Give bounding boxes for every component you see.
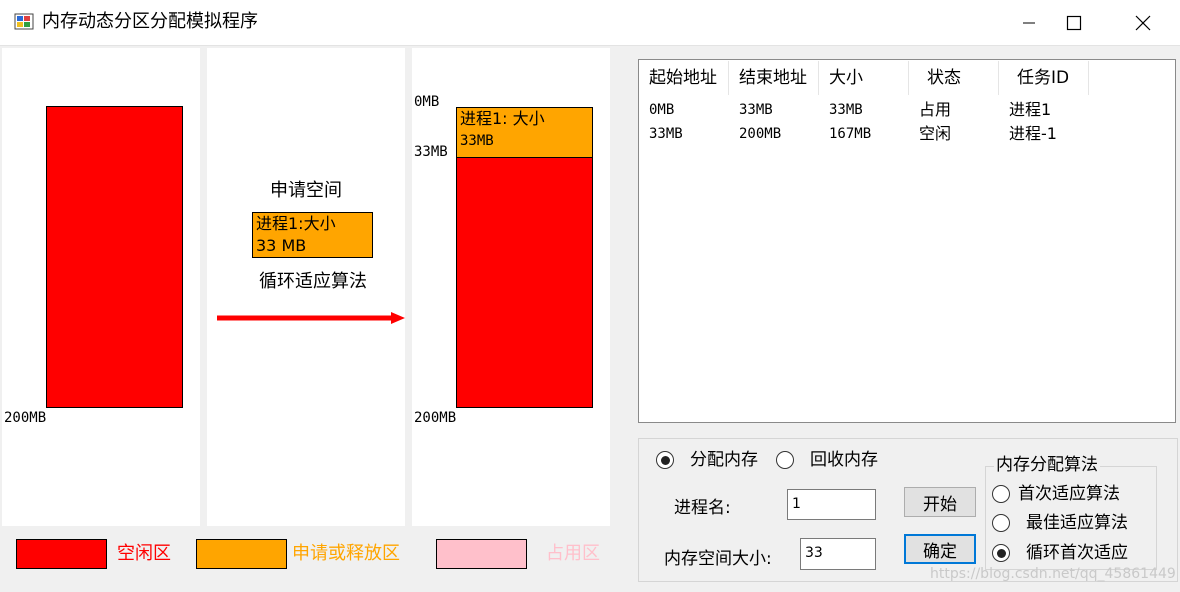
column-header-size[interactable]: 大小 <box>819 61 909 95</box>
column-header-status[interactable]: 状态 <box>909 61 999 95</box>
maximize-icon <box>1066 15 1082 31</box>
cell-task-id: 进程1 <box>1009 100 1052 119</box>
free-memory-block <box>456 157 593 408</box>
address-label-split: 33MB <box>414 144 448 160</box>
allocated-line2: 33MB <box>460 133 494 149</box>
cell-task-id: 进程-1 <box>1009 124 1057 143</box>
first-fit-radio[interactable] <box>992 485 1010 503</box>
memory-after-panel: 0MB 33MB 200MB 进程1: 大小 33MB <box>412 48 610 526</box>
best-fit-radio[interactable] <box>992 514 1010 532</box>
algorithm-label: 循环适应算法 <box>259 271 367 292</box>
algorithm-group-title: 内存分配算法 <box>994 453 1100 477</box>
partition-table[interactable]: 起始地址 结束地址 大小 状态 任务ID 0MB 33MB 33MB 占用 进程… <box>638 59 1176 423</box>
request-line2: 33 MB <box>256 236 307 255</box>
title-bar: 内存动态分区分配模拟程序 <box>0 0 1180 46</box>
next-fit-radio[interactable] <box>992 544 1010 562</box>
cell-start: 33MB <box>649 126 683 142</box>
cell-end: 33MB <box>739 102 773 118</box>
column-header-task-id[interactable]: 任务ID <box>999 61 1089 95</box>
cell-start: 0MB <box>649 102 675 118</box>
arrow-right-icon <box>217 312 405 324</box>
close-icon <box>1135 15 1151 31</box>
column-header-end[interactable]: 结束地址 <box>729 61 819 95</box>
next-fit-label[interactable]: 循环首次适应 <box>1026 541 1128 565</box>
close-button[interactable] <box>1120 0 1166 46</box>
process-name-label: 进程名: <box>674 498 731 518</box>
allocate-radio-label[interactable]: 分配内存 <box>690 448 758 472</box>
table-row[interactable]: 0MB 33MB 33MB 占用 进程1 <box>639 98 1175 122</box>
cell-status: 空闲 <box>919 124 952 143</box>
window-title: 内存动态分区分配模拟程序 <box>42 11 258 32</box>
legend-label-free: 空闲区 <box>117 543 171 564</box>
cell-size: 167MB <box>829 126 872 142</box>
request-box: 进程1:大小 33 MB <box>252 212 373 258</box>
minimize-icon <box>1023 22 1035 24</box>
process-name-input[interactable]: 1 <box>787 489 876 520</box>
legend-swatch-occupied <box>436 539 527 569</box>
legend-swatch-free <box>16 539 107 569</box>
legend-label-occupied: 占用区 <box>546 543 600 564</box>
legend-swatch-request <box>196 539 287 569</box>
cell-end: 200MB <box>739 126 782 142</box>
allocated-line1: 进程1: 大小 <box>460 109 545 128</box>
cell-status: 占用 <box>919 100 952 119</box>
watermark: https://blog.csdn.net/qq_45861449 <box>930 566 1176 582</box>
cell-size: 33MB <box>829 102 863 118</box>
request-panel: 申请空间 进程1:大小 33 MB 循环适应算法 <box>207 48 405 526</box>
free-memory-block <box>46 106 183 408</box>
confirm-button[interactable]: 确定 <box>904 534 976 564</box>
reclaim-radio[interactable] <box>776 451 794 469</box>
allocate-radio[interactable] <box>656 451 674 469</box>
memory-size-input[interactable]: 33 <box>800 538 876 570</box>
minimize-button[interactable] <box>1006 0 1052 46</box>
memory-before-panel: 200MB <box>2 48 200 526</box>
reclaim-radio-label[interactable]: 回收内存 <box>810 448 878 472</box>
request-line1: 进程1:大小 <box>256 214 336 233</box>
allocated-block: 进程1: 大小 33MB <box>456 107 593 158</box>
start-button[interactable]: 开始 <box>904 487 976 517</box>
maximize-button[interactable] <box>1051 0 1097 46</box>
best-fit-label[interactable]: 最佳适应算法 <box>1026 511 1128 535</box>
column-header-start[interactable]: 起始地址 <box>639 61 729 95</box>
address-label-start: 0MB <box>414 94 440 110</box>
request-action-label: 申请空间 <box>270 180 342 201</box>
app-icon <box>14 12 34 32</box>
legend-label-request: 申请或释放区 <box>292 543 400 564</box>
memory-size-label: 内存空间大小: <box>664 549 772 569</box>
table-row[interactable]: 33MB 200MB 167MB 空闲 进程-1 <box>639 122 1175 146</box>
address-label-end: 200MB <box>414 410 457 426</box>
memory-end-label: 200MB <box>4 410 47 426</box>
first-fit-label[interactable]: 首次适应算法 <box>1018 482 1120 506</box>
